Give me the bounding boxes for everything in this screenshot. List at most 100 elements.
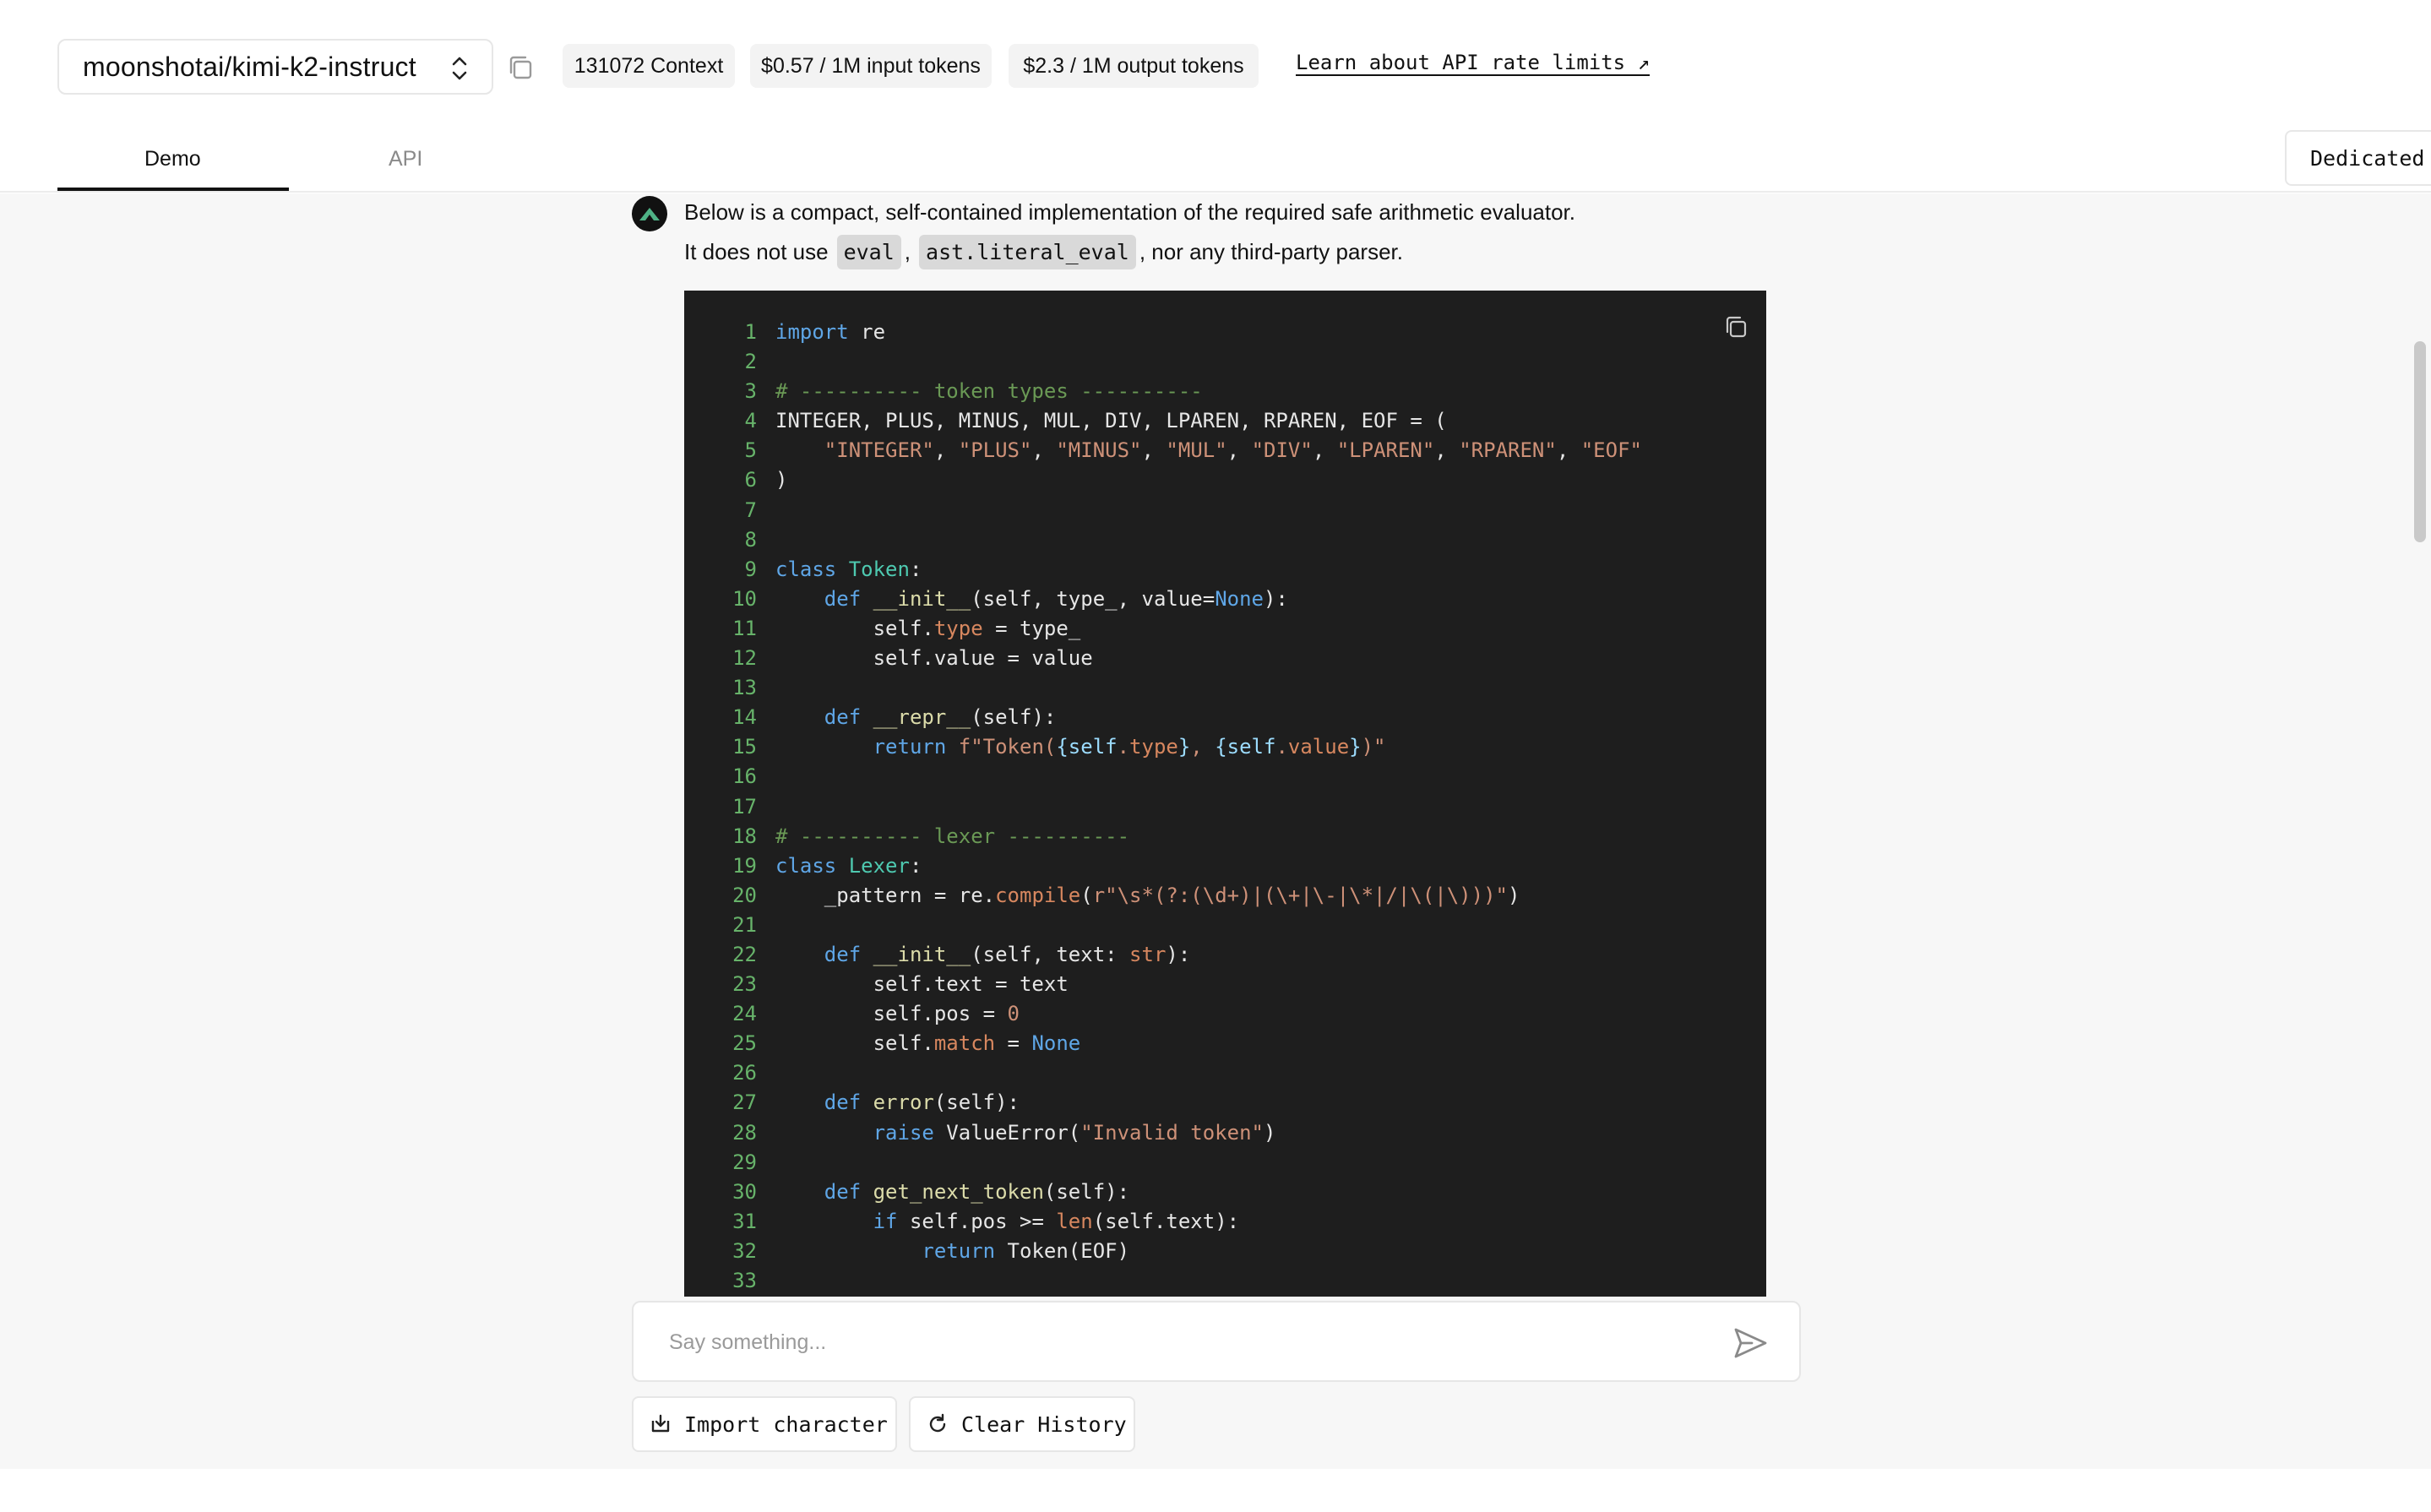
code-line: 7 bbox=[684, 496, 1766, 525]
code-line: 2 bbox=[684, 347, 1766, 377]
refresh-icon bbox=[929, 1413, 946, 1433]
code-line: 10 def __init__(self, type_, value=None)… bbox=[684, 585, 1766, 614]
inline-code-eval: eval bbox=[836, 235, 901, 269]
import-character-label: Import character bbox=[684, 1411, 888, 1437]
clear-history-button[interactable]: Clear History bbox=[909, 1396, 1135, 1452]
line-number: 29 bbox=[732, 1150, 757, 1174]
input-price-chip: $0.57 / 1M input tokens bbox=[750, 44, 992, 88]
code-line: 23 self.text = text bbox=[684, 970, 1766, 999]
code-text: # ---------- token types ---------- bbox=[775, 379, 1203, 404]
line-number: 22 bbox=[732, 942, 757, 966]
code-line: 26 bbox=[684, 1058, 1766, 1088]
line-number: 14 bbox=[732, 705, 757, 730]
code-line: 22 def __init__(self, text: str): bbox=[684, 940, 1766, 970]
code-text: ) bbox=[775, 468, 788, 492]
code-line: 19 class Lexer: bbox=[684, 851, 1766, 881]
code-text: def __init__(self, text: str): bbox=[824, 942, 1191, 966]
context-chip: 131072 Context bbox=[563, 44, 735, 88]
model-selector[interactable]: moonshotai/kimi-k2-instruct bbox=[57, 39, 493, 95]
line-number: 26 bbox=[732, 1061, 757, 1085]
message-composer bbox=[632, 1301, 1801, 1382]
line-number: 2 bbox=[744, 350, 757, 374]
code-text: INTEGER, PLUS, MINUS, MUL, DIV, LPAREN, … bbox=[775, 409, 1447, 433]
line-number: 12 bbox=[732, 646, 757, 671]
code-line: 16 bbox=[684, 762, 1766, 791]
tab-bar: Demo API bbox=[0, 135, 2431, 193]
line-number: 30 bbox=[732, 1179, 757, 1204]
tab-api[interactable]: API bbox=[389, 147, 422, 171]
active-tab-indicator bbox=[57, 188, 289, 191]
line-number: 18 bbox=[732, 824, 757, 848]
line-number: 15 bbox=[732, 735, 757, 759]
line-number: 4 bbox=[744, 409, 757, 433]
rate-limits-link[interactable]: Learn about API rate limits ↗ bbox=[1296, 51, 1650, 74]
import-icon bbox=[651, 1414, 670, 1433]
output-price-chip: $2.3 / 1M output tokens bbox=[1009, 44, 1259, 88]
code-line: 12 self.value = value bbox=[684, 644, 1766, 673]
line-number: 27 bbox=[732, 1090, 757, 1115]
code-line: 15 return f"Token({self.type}, {self.val… bbox=[684, 732, 1766, 762]
code-line: 3 # ---------- token types ---------- bbox=[684, 377, 1766, 406]
code-text: class Token: bbox=[775, 557, 922, 581]
assistant-avatar bbox=[632, 196, 667, 231]
copy-icon[interactable] bbox=[507, 54, 534, 81]
model-name: moonshotai/kimi-k2-instruct bbox=[83, 51, 416, 82]
code-line: 25 self.match = None bbox=[684, 1029, 1766, 1058]
line-number: 23 bbox=[732, 972, 757, 997]
code-line: 27 def error(self): bbox=[684, 1088, 1766, 1118]
assistant-message-line-2: It does not use eval , ast.literal_eval … bbox=[684, 235, 1403, 269]
line-number: 3 bbox=[744, 379, 757, 404]
inline-code-literal-eval: ast.literal_eval bbox=[919, 235, 1136, 269]
scrollbar-thumb[interactable] bbox=[2414, 341, 2426, 542]
page-footer-strip bbox=[0, 1469, 2431, 1512]
code-line: 33 bbox=[684, 1266, 1766, 1296]
code-block[interactable]: 1 import re 2 3 # ---------- token types ---… bbox=[684, 291, 1766, 1297]
code-text: self.type = type_ bbox=[775, 616, 1081, 640]
code-line: 14 def __repr__(self): bbox=[684, 703, 1766, 732]
code-line: 18 # ---------- lexer ---------- bbox=[684, 822, 1766, 851]
line-number: 8 bbox=[744, 527, 757, 552]
kimi-logo-icon bbox=[639, 208, 660, 220]
code-line: 30 def get_next_token(self): bbox=[684, 1178, 1766, 1207]
copy-code-icon[interactable] bbox=[1723, 314, 1748, 340]
code-line: 21 bbox=[684, 911, 1766, 940]
tab-demo[interactable]: Demo bbox=[144, 147, 201, 171]
code-line: 28 raise ValueError("Invalid token") bbox=[684, 1118, 1766, 1148]
code-text: "INTEGER", "PLUS", "MINUS", "MUL", "DIV"… bbox=[824, 438, 1642, 463]
line-number: 24 bbox=[732, 1002, 757, 1026]
code-text: self.pos = 0 bbox=[775, 1002, 1020, 1026]
code-line: 4 INTEGER, PLUS, MINUS, MUL, DIV, LPAREN,… bbox=[684, 406, 1766, 436]
code-text: return Token(EOF) bbox=[922, 1238, 1130, 1263]
code-line: 11 self.type = type_ bbox=[684, 614, 1766, 644]
message-text: It does not use bbox=[684, 239, 829, 264]
code-line: 9 class Token: bbox=[684, 555, 1766, 585]
code-text: self.text = text bbox=[775, 972, 1069, 997]
message-text: , nor any third-party parser. bbox=[1139, 239, 1403, 264]
line-number: 6 bbox=[744, 468, 757, 492]
code-lines: 1 import re 2 3 # ---------- token types ---… bbox=[684, 318, 1766, 1296]
code-text: def __repr__(self): bbox=[824, 705, 1057, 730]
code-text: import re bbox=[775, 320, 886, 344]
line-number: 25 bbox=[732, 1031, 757, 1056]
line-number: 1 bbox=[744, 320, 757, 344]
send-icon[interactable] bbox=[1732, 1324, 1769, 1362]
code-text: def get_next_token(self): bbox=[824, 1179, 1130, 1204]
code-line: 32 return Token(EOF) bbox=[684, 1237, 1766, 1266]
line-number: 32 bbox=[732, 1238, 757, 1263]
line-number: 11 bbox=[732, 616, 757, 640]
line-number: 17 bbox=[732, 794, 757, 819]
code-text: def __init__(self, type_, value=None): bbox=[824, 586, 1288, 611]
message-input[interactable] bbox=[669, 1323, 1683, 1362]
code-text: if self.pos >= len(self.text): bbox=[873, 1209, 1240, 1233]
code-text: self.value = value bbox=[775, 646, 1093, 671]
assistant-message-line-1: Below is a compact, self-contained imple… bbox=[684, 199, 1575, 225]
code-line: 5 "INTEGER", "PLUS", "MINUS", "MUL", "DI… bbox=[684, 436, 1766, 465]
top-header: moonshotai/kimi-k2-instruct 131072 Conte… bbox=[0, 0, 2431, 135]
dedicated-button[interactable]: Dedicated bbox=[2285, 130, 2431, 186]
import-character-button[interactable]: Import character bbox=[632, 1396, 897, 1452]
line-number: 9 bbox=[744, 557, 757, 581]
